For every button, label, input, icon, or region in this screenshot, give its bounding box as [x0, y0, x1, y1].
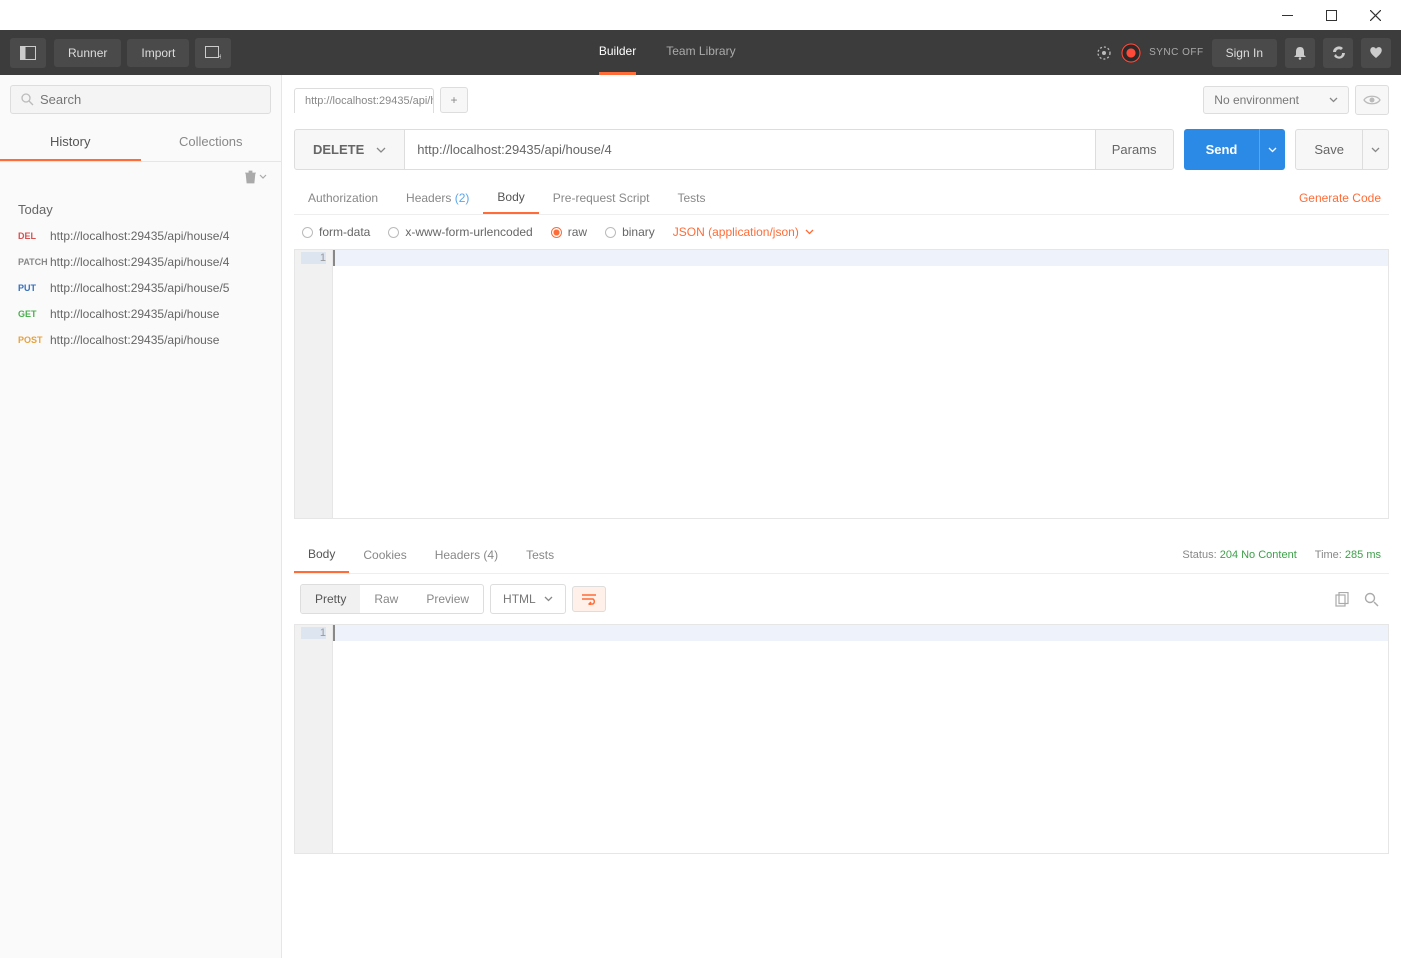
method-label: DELETE [313, 142, 364, 157]
auth-tab[interactable]: Authorization [294, 183, 392, 213]
interceptor-icon[interactable] [1095, 44, 1113, 62]
history-item[interactable]: POSThttp://localhost:29435/api/house [0, 327, 281, 353]
team-library-tab[interactable]: Team Library [666, 30, 735, 75]
history-item[interactable]: GEThttp://localhost:29435/api/house [0, 301, 281, 327]
generate-code-link[interactable]: Generate Code [1299, 191, 1389, 205]
time-label: Time: [1315, 549, 1342, 561]
sync-icon[interactable] [1121, 43, 1141, 63]
format-select[interactable]: HTML [490, 584, 566, 614]
chevron-down-icon [1329, 97, 1338, 103]
runner-button[interactable]: Runner [54, 39, 121, 67]
save-dropdown[interactable] [1363, 129, 1389, 170]
history-item[interactable]: DELhttp://localhost:29435/api/house/4 [0, 223, 281, 249]
headers-tab[interactable]: Headers (2) [392, 183, 483, 213]
copy-response-icon[interactable] [1331, 588, 1354, 611]
svg-text:+: + [218, 52, 221, 60]
maximize-button[interactable] [1309, 1, 1353, 29]
status-value: 204 No Content [1220, 549, 1297, 561]
history-section: Today [0, 192, 281, 223]
search-icon [21, 93, 34, 106]
close-button[interactable] [1353, 1, 1397, 29]
method-select[interactable]: DELETE [295, 130, 405, 169]
environment-label: No environment [1214, 93, 1299, 107]
view-mode-segment: Pretty Raw Preview [300, 584, 484, 614]
history-url: http://localhost:29435/api/house/5 [50, 281, 229, 295]
pretty-button[interactable]: Pretty [301, 585, 360, 613]
settings-icon[interactable] [1323, 38, 1353, 68]
sidebar: History Collections Today DELhttp://loca… [0, 75, 282, 958]
notifications-icon[interactable] [1285, 38, 1315, 68]
request-tab[interactable]: http://localhost:29435/api/h [294, 88, 434, 113]
history-url: http://localhost:29435/api/house/4 [50, 255, 229, 269]
sync-status: SYNC OFF [1149, 47, 1204, 58]
history-method: GET [18, 309, 50, 319]
search-response-icon[interactable] [1360, 588, 1383, 611]
url-input[interactable] [405, 130, 1094, 169]
prerequest-tab[interactable]: Pre-request Script [539, 183, 664, 213]
history-item[interactable]: PATCHhttp://localhost:29435/api/house/4 [0, 249, 281, 275]
minimize-button[interactable] [1265, 1, 1309, 29]
search-box[interactable] [10, 85, 271, 114]
wrap-toggle-icon[interactable] [572, 586, 606, 612]
send-button[interactable]: Send [1184, 129, 1260, 170]
history-url: http://localhost:29435/api/house [50, 333, 219, 347]
new-window-icon[interactable]: + [195, 38, 231, 68]
preview-button[interactable]: Preview [412, 585, 483, 613]
response-body-tab[interactable]: Body [294, 537, 349, 573]
history-method: POST [18, 335, 50, 345]
response-headers-tab[interactable]: Headers (4) [421, 538, 512, 572]
raw-radio[interactable]: raw [551, 225, 587, 239]
response-tests-tab[interactable]: Tests [512, 538, 568, 572]
import-button[interactable]: Import [127, 39, 189, 67]
sidebar-toggle-icon[interactable] [10, 38, 46, 68]
collections-tab[interactable]: Collections [141, 124, 282, 161]
heart-icon[interactable] [1361, 38, 1391, 68]
tests-tab[interactable]: Tests [663, 183, 719, 213]
history-method: PUT [18, 283, 50, 293]
chevron-down-icon [544, 596, 553, 602]
search-input[interactable] [40, 92, 260, 107]
time-value: 285 ms [1345, 549, 1381, 561]
history-url: http://localhost:29435/api/house [50, 307, 219, 321]
chevron-down-icon [259, 174, 267, 180]
urlencoded-radio[interactable]: x-www-form-urlencoded [388, 225, 532, 239]
params-button[interactable]: Params [1095, 130, 1173, 169]
formdata-radio[interactable]: form-data [302, 225, 370, 239]
raw-button[interactable]: Raw [360, 585, 412, 613]
history-method: PATCH [18, 257, 50, 267]
chevron-down-icon [805, 229, 814, 235]
save-button[interactable]: Save [1295, 129, 1363, 170]
send-dropdown[interactable] [1259, 129, 1285, 170]
window-titlebar [0, 0, 1401, 30]
history-url: http://localhost:29435/api/house/4 [50, 229, 229, 243]
builder-tab[interactable]: Builder [599, 30, 636, 75]
binary-radio[interactable]: binary [605, 225, 655, 239]
environment-preview-icon[interactable] [1355, 85, 1389, 115]
top-toolbar: Runner Import + Builder Team Library SYN… [0, 30, 1401, 75]
request-body-editor[interactable]: 1 [294, 249, 1389, 519]
line-number: 1 [301, 627, 326, 639]
line-number: 1 [301, 252, 326, 264]
response-body-editor[interactable]: 1 [294, 624, 1389, 854]
environment-select[interactable]: No environment [1203, 86, 1349, 114]
chevron-down-icon [376, 147, 386, 153]
response-cookies-tab[interactable]: Cookies [349, 538, 420, 572]
clear-history-icon[interactable] [244, 170, 267, 184]
history-tab[interactable]: History [0, 124, 141, 161]
body-tab[interactable]: Body [483, 182, 538, 214]
history-method: DEL [18, 231, 50, 241]
history-item[interactable]: PUThttp://localhost:29435/api/house/5 [0, 275, 281, 301]
add-tab-button[interactable]: + [440, 87, 468, 113]
main-panel: http://localhost:29435/api/h + No enviro… [282, 75, 1401, 958]
content-type-select[interactable]: JSON (application/json) [673, 225, 814, 239]
status-label: Status: [1182, 549, 1216, 561]
signin-button[interactable]: Sign In [1212, 39, 1277, 67]
